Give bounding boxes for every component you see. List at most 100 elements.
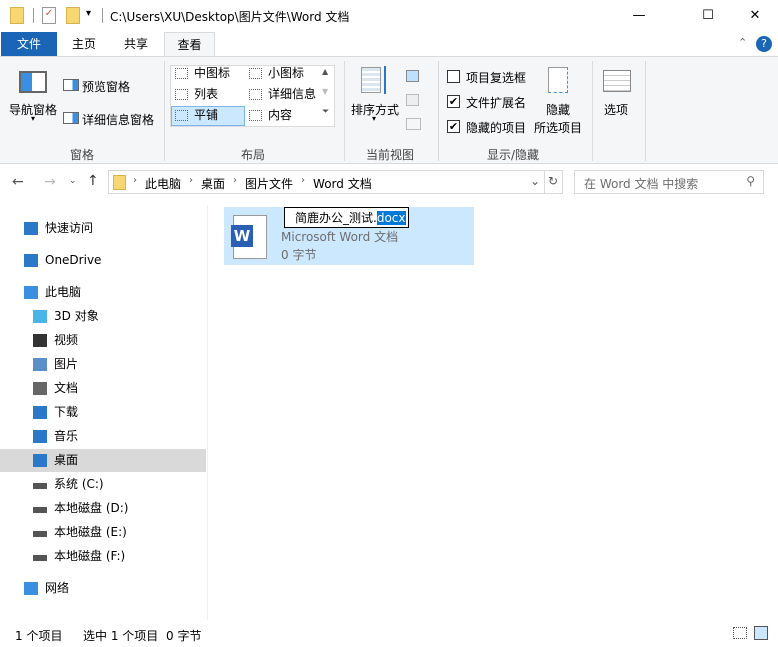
breadcrumb-word-docs[interactable]: Word 文档 [313, 175, 372, 192]
layout-medium-icons[interactable]: 中图标 [172, 65, 230, 82]
details-pane-button[interactable]: 详细信息窗格 [82, 111, 154, 128]
help-icon[interactable]: ? [756, 36, 772, 52]
nav-item-label: 文档 [54, 381, 79, 395]
layout-list[interactable]: 列表 [172, 86, 218, 103]
customize-toolbar-chevron-icon[interactable]: ▾ [86, 8, 91, 19]
divider [344, 61, 345, 161]
new-folder-icon[interactable] [66, 7, 80, 24]
nav-item[interactable]: 系统 (C:) [0, 473, 206, 496]
title-bar: ✓ ▾ C:\Users\XU\Desktop\图片文件\Word 文档 — ☐… [0, 0, 778, 31]
properties-icon[interactable]: ✓ [42, 7, 56, 24]
tab-share[interactable]: 共享 [113, 32, 159, 56]
breadcrumb-picture-files[interactable]: 图片文件 [245, 175, 293, 192]
hide-selected-icon [548, 67, 568, 93]
nav-item[interactable]: 文档 [0, 377, 206, 400]
music-icon [33, 430, 47, 443]
nav-item-label: 系统 (C:) [54, 477, 104, 491]
word-document-icon: W [231, 215, 267, 259]
hidden-items-checkbox[interactable]: ✔ [447, 120, 460, 133]
nav-item[interactable]: 此电脑 [0, 281, 206, 304]
video-icon [33, 334, 47, 347]
breadcrumb-desktop[interactable]: 桌面 [201, 175, 225, 192]
download-icon [33, 406, 47, 419]
tab-home[interactable]: 主页 [62, 32, 106, 56]
nav-item[interactable]: 本地磁盘 (D:) [0, 497, 206, 520]
options-icon [603, 70, 631, 92]
back-button[interactable]: ← [12, 174, 24, 190]
file-extensions-checkbox[interactable]: ✔ [447, 95, 460, 108]
collapse-ribbon-icon[interactable]: ⌃ [738, 36, 747, 49]
breadcrumb-this-pc[interactable]: 此电脑 [145, 175, 181, 192]
hide-selected-button-line2[interactable]: 所选项目 [534, 119, 582, 136]
minimize-button[interactable]: — [616, 0, 662, 31]
maximize-button[interactable]: ☐ [685, 0, 731, 31]
chevron-down-icon: ▾ [31, 114, 36, 123]
options-button[interactable]: 选项 [604, 101, 628, 118]
size-columns-icon[interactable] [406, 118, 421, 130]
sort-arrow-icon [384, 66, 386, 94]
file-extensions-label: 文件扩展名 [466, 96, 527, 110]
nav-item-label: 本地磁盘 (E:) [54, 525, 127, 539]
computer-icon [24, 286, 38, 299]
group-label-layout: 布局 [241, 148, 266, 162]
nav-item[interactable]: OneDrive [0, 249, 206, 272]
nav-item[interactable]: 快速访问 [0, 217, 206, 240]
tab-view[interactable]: 查看 [164, 32, 215, 57]
details-pane-icon [63, 112, 79, 124]
file-tile[interactable]: W 简鹿办公_测试.docx Microsoft Word 文档 0 字节 [224, 207, 474, 265]
layout-details[interactable]: 详细信息 [246, 86, 316, 103]
refresh-icon[interactable]: ↻ [548, 174, 558, 188]
nav-item-label: 快速访问 [45, 221, 94, 235]
nav-item[interactable]: 视频 [0, 329, 206, 352]
nav-item[interactable]: 本地磁盘 (E:) [0, 521, 206, 544]
navigation-pane: 快速访问 OneDrive 此电脑 3D 对象 视频图片文档下载音乐桌面系统 (C:) 本… [0, 205, 208, 620]
desktop-icon [33, 454, 47, 467]
nav-item[interactable]: 网络 [0, 577, 206, 600]
forward-button[interactable]: → [44, 174, 56, 190]
layout-content[interactable]: 内容 [246, 107, 292, 124]
scroll-down-icon[interactable]: ▼ [322, 87, 328, 96]
group-by-icon[interactable] [406, 70, 419, 82]
nav-item-label: 音乐 [54, 429, 79, 443]
label: 平铺 [194, 108, 219, 122]
address-bar[interactable]: › 此电脑 › 桌面 › 图片文件 › Word 文档 ⌄ ↻ [108, 170, 563, 194]
selected-count: 选中 1 个项目 [83, 629, 159, 643]
divider [438, 61, 439, 161]
cube-icon [33, 310, 47, 323]
tab-file[interactable]: 文件 [1, 32, 57, 56]
large-icons-view-icon[interactable] [754, 626, 768, 640]
nav-item[interactable]: 音乐 [0, 425, 206, 448]
nav-item-label: 此电脑 [45, 285, 82, 299]
layout-tiles[interactable]: 平铺 [171, 106, 245, 126]
sort-icon [361, 67, 381, 93]
scroll-up-icon[interactable]: ▲ [322, 67, 328, 76]
picture-icon [33, 358, 47, 371]
up-button[interactable]: ↑ [87, 173, 99, 189]
close-button[interactable]: ✕ [732, 0, 778, 31]
item-checkboxes-checkbox[interactable] [447, 70, 460, 83]
network-icon [24, 582, 38, 595]
nav-item[interactable]: 图片 [0, 353, 206, 376]
folder-icon [10, 7, 24, 24]
divider [102, 8, 103, 23]
add-columns-icon[interactable] [406, 94, 419, 106]
nav-item[interactable]: 下载 [0, 401, 206, 424]
nav-item[interactable]: 桌面 [0, 449, 206, 472]
file-name-base: 简鹿办公_测试. [295, 211, 377, 225]
drive-icon [33, 507, 47, 513]
label: 中图标 [194, 66, 231, 80]
search-input[interactable]: 在 Word 文档 中搜索 ⚲ [574, 170, 764, 194]
rename-input[interactable]: 简鹿办公_测试.docx [284, 207, 409, 228]
expand-gallery-icon[interactable]: ⏷ [322, 107, 329, 117]
address-dropdown-icon[interactable]: ⌄ [530, 174, 540, 188]
recent-locations-icon[interactable]: ⌄ [69, 176, 77, 186]
layout-small-icons[interactable]: 小图标 [246, 65, 304, 82]
status-bar: 1 个项目 选中 1 个项目 0 字节 [0, 622, 778, 647]
preview-pane-button[interactable]: 预览窗格 [82, 78, 130, 95]
details-view-icon[interactable] [733, 627, 747, 639]
nav-item[interactable]: 3D 对象 [0, 305, 206, 328]
preview-pane-icon [63, 79, 79, 91]
nav-item[interactable]: 本地磁盘 (F:) [0, 545, 206, 568]
hide-selected-button[interactable]: 隐藏 [546, 101, 570, 118]
nav-item-label: 图片 [54, 357, 79, 371]
